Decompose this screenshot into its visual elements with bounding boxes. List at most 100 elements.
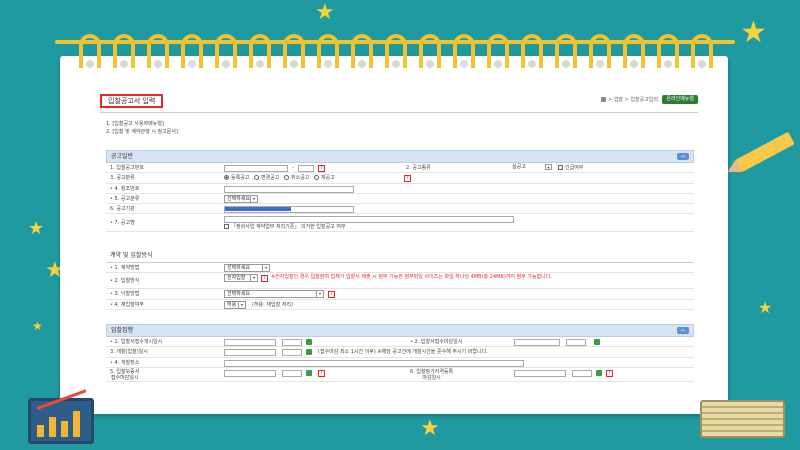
winner-method-select[interactable]: 선택하세요 ▾ bbox=[224, 290, 324, 299]
help-icon[interactable]: ? bbox=[318, 165, 325, 172]
notice-no-label: 1. 입찰공고번호 bbox=[110, 165, 144, 171]
qual-deadline-time-input[interactable] bbox=[282, 369, 302, 377]
chevron-down-icon: ▾ bbox=[250, 195, 257, 202]
help-icon[interactable]: ? bbox=[404, 175, 411, 183]
reg-start-label: • 1. 입찰서접수개시일시 bbox=[110, 339, 163, 345]
price-deadline-date-input[interactable] bbox=[514, 369, 566, 377]
ring-hole bbox=[86, 60, 94, 68]
rebid-select[interactable]: 허용 ▾ bbox=[224, 300, 246, 309]
radio-icon[interactable] bbox=[254, 175, 259, 181]
qual-deadline-date-input[interactable] bbox=[224, 369, 276, 377]
reg-end-text: 2. 입찰서접수마감일시 bbox=[414, 339, 463, 345]
reg-start-date-input[interactable] bbox=[224, 339, 276, 346]
notice-no-input[interactable] bbox=[224, 165, 288, 172]
notice-type-select[interactable]: 실공고 ▾ bbox=[510, 164, 552, 172]
open-date-input[interactable] bbox=[224, 349, 276, 357]
urgent-checkbox[interactable]: 긴급여부 bbox=[558, 163, 583, 173]
calendar-icon[interactable] bbox=[596, 369, 602, 376]
bid-method-label: • 2. 입찰방식 bbox=[110, 278, 140, 285]
notice-category-select[interactable]: 선택하세요 ▾ bbox=[224, 194, 258, 203]
ring-hole bbox=[562, 60, 570, 68]
notice-category-value: 선택하세요 bbox=[227, 195, 251, 202]
help-icon[interactable]: ? bbox=[606, 369, 613, 377]
section-contract: 계약 및 입찰방식 • 1. 계약방법 선택하세요 ▾ • 2. 입찰방식 전자입… bbox=[106, 250, 694, 310]
help-icon[interactable]: ? bbox=[328, 291, 335, 299]
radio-icon[interactable] bbox=[224, 175, 229, 181]
help-icon[interactable]: ? bbox=[261, 275, 268, 283]
open-place-label: • 4. 개찰장소 bbox=[110, 359, 140, 366]
agency-value-bar bbox=[225, 207, 291, 212]
form-row: 6. 공고기관 bbox=[106, 204, 694, 215]
ring-hole bbox=[222, 60, 230, 68]
ring-hole bbox=[494, 60, 502, 68]
section-general: 공고일반 ︽ 1. 입찰공고번호 - ? 2. 공고종류 실공고 ▾ 긴급여부 3.… bbox=[106, 150, 694, 233]
notice-no-suffix-input[interactable] bbox=[298, 165, 314, 172]
ring-hole bbox=[392, 60, 400, 68]
ring-hole bbox=[528, 60, 536, 68]
ring-hole bbox=[664, 60, 672, 68]
open-date-note: (접수마감 최소 1시간 이후) ※해당 공고건에 개찰시간을 준수해 주시기 … bbox=[318, 349, 488, 356]
form-row: • 1. 입찰서접수개시일시 • 2. 입찰서접수마감일시 bbox=[106, 337, 694, 348]
bid-method-select[interactable]: 전자입찰 ▾ bbox=[224, 274, 258, 283]
section-title: 공고일반 bbox=[111, 153, 134, 160]
form-row: • 4. 개찰장소 bbox=[106, 358, 694, 368]
reg-end-time-input[interactable] bbox=[566, 339, 586, 346]
calendar-icon[interactable] bbox=[306, 339, 312, 345]
chevron-down-icon: ▾ bbox=[238, 301, 245, 308]
ring-hole bbox=[154, 60, 162, 68]
radio-icon[interactable] bbox=[314, 175, 319, 181]
price-deadline-text2: 마감일시 bbox=[422, 374, 441, 381]
breadcrumb: > 입찰 > 입찰공고입력 bbox=[601, 96, 658, 103]
radio-label: 변경공고 bbox=[261, 175, 280, 182]
chevron-down-icon: ▾ bbox=[545, 164, 552, 170]
contract-method-select[interactable]: 선택하세요 ▾ bbox=[224, 264, 270, 272]
notice-name-checkbox[interactable]: 「정비사업 계약업무 처리기준」 의거한 입찰공고 여부 bbox=[224, 222, 346, 232]
calendar-icon[interactable] bbox=[594, 339, 600, 345]
star-decoration: ★ bbox=[420, 416, 440, 441]
ring-hole bbox=[596, 60, 604, 68]
form-row: • 1. 계약방법 선택하세요 ▾ bbox=[106, 263, 694, 274]
help-icon[interactable]: ? bbox=[318, 369, 325, 377]
contract-method-value: 선택하세요 bbox=[227, 265, 251, 271]
notice-class-label: 3. 공고분류 bbox=[110, 175, 135, 182]
ring-hole bbox=[630, 60, 638, 68]
open-date-label: 3. 개찰(입찰)일시 bbox=[110, 349, 148, 356]
agency-label: 6. 공고기관 bbox=[110, 206, 135, 213]
form-row: • 3. 낙찰방법 선택하세요 ▾ ? bbox=[106, 289, 694, 300]
checkbox-icon bbox=[224, 224, 229, 230]
star-decoration: ★ bbox=[315, 0, 335, 25]
form-row: • 5. 공고분류 선택하세요 ▾ bbox=[106, 194, 694, 205]
ref-no-input[interactable] bbox=[224, 185, 354, 193]
winner-method-label: • 3. 낙찰방법 bbox=[110, 291, 140, 298]
ring-hole bbox=[324, 60, 332, 68]
rebid-value: 허용 bbox=[227, 301, 237, 308]
collapse-icon[interactable]: ︽ bbox=[677, 327, 689, 334]
rebid-text: 4. 재입찰여부 bbox=[114, 301, 144, 308]
radio-icon[interactable] bbox=[284, 175, 289, 181]
open-place-input[interactable] bbox=[224, 359, 524, 367]
reg-start-time-input[interactable] bbox=[282, 339, 302, 346]
open-place-text: 4. 개찰장소 bbox=[114, 359, 140, 366]
note-link[interactable]: 1. [입찰공고 사용자매뉴얼] bbox=[106, 120, 178, 128]
note-link[interactable]: 2. [입찰 및 계약관행 시 참고문서] bbox=[106, 128, 178, 136]
section-title: 입찰집행 bbox=[111, 327, 134, 334]
notice-category-label: • 5. 공고분류 bbox=[110, 195, 140, 202]
notice-name-check-label: 「정비사업 계약업무 처리기준」 의거한 입찰공고 여부 bbox=[231, 224, 346, 231]
ring-hole bbox=[698, 60, 706, 68]
collapse-icon[interactable]: ︽ bbox=[677, 153, 689, 160]
rebid-note: (허용: 재입찰 처리) bbox=[252, 301, 293, 308]
form-area: 입찰공고서 입력 > 입찰 > 입찰공고입력 온라인매뉴얼 1. [입찰공고 사… bbox=[100, 92, 698, 410]
winner-method-value: 선택하세요 bbox=[227, 291, 251, 298]
open-time-input[interactable] bbox=[282, 349, 302, 357]
notice-category-text: 5. 공고분류 bbox=[114, 195, 140, 202]
checkbox-icon bbox=[558, 165, 563, 170]
price-deadline-time-input[interactable] bbox=[572, 369, 592, 377]
section-header: 계약 및 입찰방식 bbox=[106, 250, 694, 263]
calendar-icon[interactable] bbox=[306, 369, 312, 376]
star-decoration: ★ bbox=[28, 218, 45, 239]
calendar-icon[interactable] bbox=[306, 349, 312, 356]
reg-end-date-input[interactable] bbox=[514, 339, 560, 346]
online-manual-button[interactable]: 온라인매뉴얼 bbox=[662, 95, 698, 104]
winner-method-text: 3. 낙찰방법 bbox=[114, 291, 140, 298]
form-row: 3. 개찰(입찰)일시 (접수마감 최소 1시간 이후) ※해당 공고건에 개찰… bbox=[106, 347, 694, 358]
